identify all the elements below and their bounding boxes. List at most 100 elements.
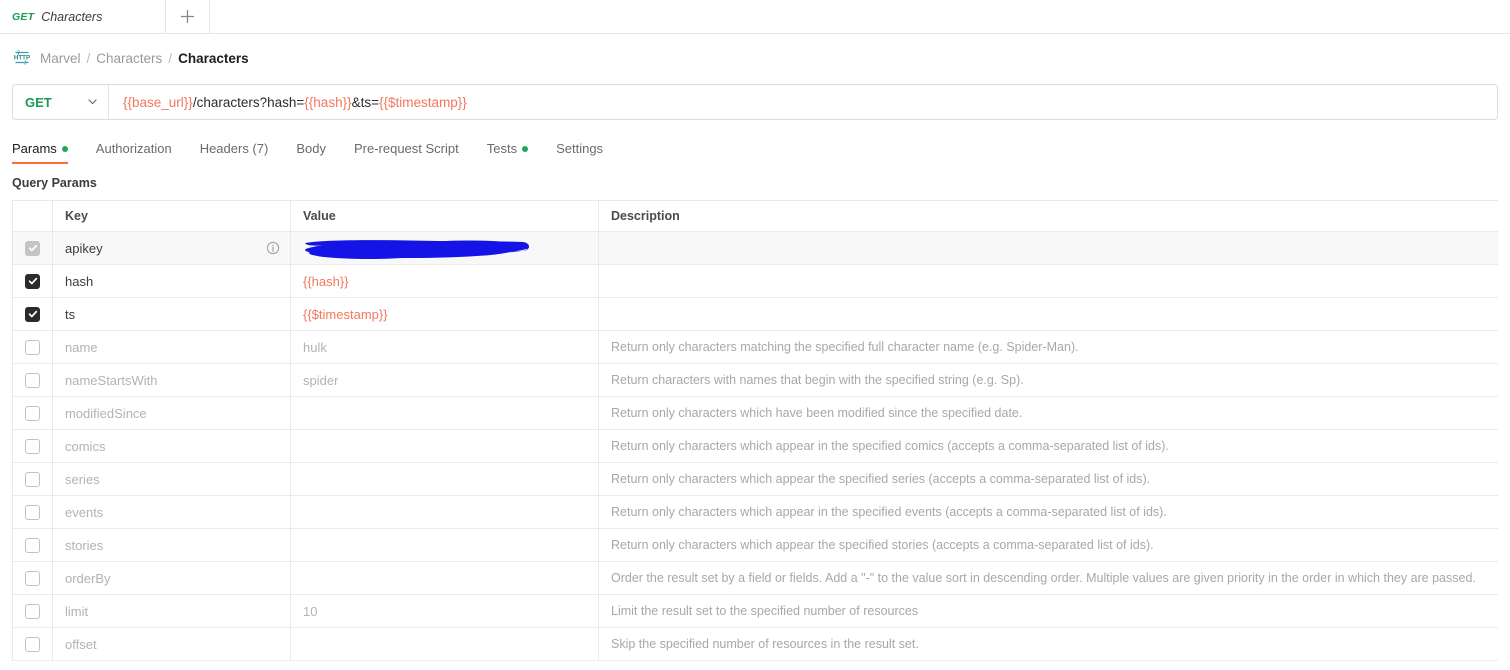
- param-description-cell[interactable]: Limit the result set to the specified nu…: [599, 595, 1498, 627]
- param-description-cell[interactable]: Return only characters which appear in t…: [599, 430, 1498, 462]
- param-enabled-checkbox[interactable]: [25, 471, 40, 487]
- row-checkbox-cell: [13, 595, 53, 627]
- param-description-text: Skip the specified number of resources i…: [611, 637, 919, 651]
- tab-pre-request-script[interactable]: Pre-request Script: [340, 141, 473, 164]
- param-enabled-checkbox[interactable]: [25, 504, 40, 520]
- tab-headers-7[interactable]: Headers (7): [186, 141, 283, 164]
- param-description-cell[interactable]: Return only characters which have been m…: [599, 397, 1498, 429]
- param-key-cell[interactable]: series: [53, 463, 291, 495]
- table-row[interactable]: limit 10 Limit the result set to the speci…: [13, 595, 1498, 628]
- param-enabled-checkbox[interactable]: [25, 603, 40, 619]
- chevron-down-icon: [87, 95, 98, 110]
- param-key-cell[interactable]: hash: [53, 265, 291, 297]
- tab-params[interactable]: Params: [12, 141, 82, 164]
- svg-text:HTTP: HTTP: [14, 55, 30, 62]
- param-value-cell[interactable]: 10: [291, 595, 599, 627]
- table-row[interactable]: nameStartsWith spider Return characters wi…: [13, 364, 1498, 397]
- table-row[interactable]: comics Return only characters which appea…: [13, 430, 1498, 463]
- row-checkbox-cell: [13, 397, 53, 429]
- row-checkbox-cell: [13, 496, 53, 528]
- tab-authorization[interactable]: Authorization: [82, 141, 186, 164]
- param-enabled-checkbox[interactable]: [25, 405, 40, 421]
- param-key-cell[interactable]: limit: [53, 595, 291, 627]
- param-enabled-checkbox[interactable]: [25, 339, 40, 355]
- param-key-cell[interactable]: name: [53, 331, 291, 363]
- param-key-text: offset: [65, 636, 97, 652]
- param-key-cell[interactable]: modifiedSince: [53, 397, 291, 429]
- table-row[interactable]: orderBy Order the result set by a field o…: [13, 562, 1498, 595]
- header-cell-value: Value: [291, 201, 599, 231]
- param-key-text: events: [65, 504, 104, 520]
- param-description-cell[interactable]: Return only characters matching the spec…: [599, 331, 1498, 363]
- param-description-cell[interactable]: Return only characters which appear in t…: [599, 496, 1498, 528]
- param-value-cell[interactable]: [291, 562, 599, 594]
- param-value-cell[interactable]: [291, 496, 599, 528]
- param-description-cell[interactable]: Return only characters which appear the …: [599, 463, 1498, 495]
- param-enabled-checkbox[interactable]: [25, 438, 40, 454]
- param-key-cell[interactable]: offset: [53, 628, 291, 660]
- url-segment-plain: &ts=: [351, 94, 379, 110]
- param-enabled-checkbox[interactable]: [25, 372, 40, 388]
- row-checkbox-cell: [13, 298, 53, 330]
- new-tab-button[interactable]: [166, 0, 210, 33]
- param-enabled-checkbox[interactable]: [25, 306, 40, 322]
- param-enabled-checkbox[interactable]: [25, 240, 40, 256]
- param-value-cell[interactable]: spider: [291, 364, 599, 396]
- param-value-cell[interactable]: hulk: [291, 331, 599, 363]
- url-segment-var: {{base_url}}: [123, 94, 193, 110]
- param-value-cell[interactable]: [291, 232, 599, 264]
- param-description-cell[interactable]: Skip the specified number of resources i…: [599, 628, 1498, 660]
- param-value-cell[interactable]: [291, 463, 599, 495]
- param-description-cell[interactable]: Return only characters which appear the …: [599, 529, 1498, 561]
- param-value-cell[interactable]: [291, 529, 599, 561]
- param-description-cell[interactable]: [599, 265, 1498, 297]
- param-key-cell[interactable]: orderBy: [53, 562, 291, 594]
- tab-modified-dot-icon: [61, 145, 68, 152]
- param-description-cell[interactable]: Return characters with names that begin …: [599, 364, 1498, 396]
- param-enabled-checkbox[interactable]: [25, 537, 40, 553]
- param-key-cell[interactable]: events: [53, 496, 291, 528]
- table-row[interactable]: hash {{hash}}: [13, 265, 1498, 298]
- url-input[interactable]: {{base_url}}/characters?hash= {{hash}} &ts…: [109, 85, 1497, 119]
- param-description-text: Return only characters which appear in t…: [611, 439, 1169, 453]
- table-row[interactable]: offset Skip the specified number of resou…: [13, 628, 1498, 661]
- param-enabled-checkbox[interactable]: [25, 570, 40, 586]
- table-row[interactable]: name hulk Return only characters matching …: [13, 331, 1498, 364]
- param-value-cell[interactable]: {{$timestamp}}: [291, 298, 599, 330]
- tab-settings[interactable]: Settings: [542, 141, 617, 164]
- breadcrumb-item-marvel[interactable]: Marvel: [40, 51, 81, 66]
- http-method-select[interactable]: GET: [13, 85, 109, 119]
- breadcrumb-item-characters-folder[interactable]: Characters: [96, 51, 162, 66]
- param-key-cell[interactable]: stories: [53, 529, 291, 561]
- table-row[interactable]: ts {{$timestamp}}: [13, 298, 1498, 331]
- param-enabled-checkbox[interactable]: [25, 636, 40, 652]
- table-row[interactable]: modifiedSince Return only characters whic…: [13, 397, 1498, 430]
- param-key-cell[interactable]: apikey: [53, 232, 291, 264]
- request-tab-characters[interactable]: GET Characters: [0, 0, 166, 33]
- param-enabled-checkbox[interactable]: [25, 273, 40, 289]
- tab-tests[interactable]: Tests: [473, 141, 542, 164]
- param-value-cell[interactable]: [291, 397, 599, 429]
- param-value-cell[interactable]: {{hash}}: [291, 265, 599, 297]
- table-row[interactable]: stories Return only characters which appe…: [13, 529, 1498, 562]
- param-key-cell[interactable]: ts: [53, 298, 291, 330]
- info-icon[interactable]: [266, 241, 280, 255]
- param-value-cell[interactable]: [291, 628, 599, 660]
- query-params-title: Query Params: [12, 176, 97, 190]
- table-row[interactable]: series Return only characters which appea…: [13, 463, 1498, 496]
- param-description-text: Return only characters matching the spec…: [611, 340, 1079, 354]
- param-key-cell[interactable]: nameStartsWith: [53, 364, 291, 396]
- request-tab-label: Characters: [41, 9, 103, 24]
- table-row[interactable]: apikey: [13, 232, 1498, 265]
- param-key-cell[interactable]: comics: [53, 430, 291, 462]
- param-description-cell[interactable]: [599, 232, 1498, 264]
- request-tab-strip: GET Characters: [0, 0, 1510, 34]
- param-description-cell[interactable]: Order the result set by a field or field…: [599, 562, 1498, 594]
- header-label-key: Key: [65, 209, 88, 223]
- redaction-scribble: [305, 240, 529, 259]
- tab-body[interactable]: Body: [282, 141, 340, 164]
- param-key-text: nameStartsWith: [65, 372, 158, 388]
- table-row[interactable]: events Return only characters which appea…: [13, 496, 1498, 529]
- param-value-cell[interactable]: [291, 430, 599, 462]
- param-description-cell[interactable]: [599, 298, 1498, 330]
